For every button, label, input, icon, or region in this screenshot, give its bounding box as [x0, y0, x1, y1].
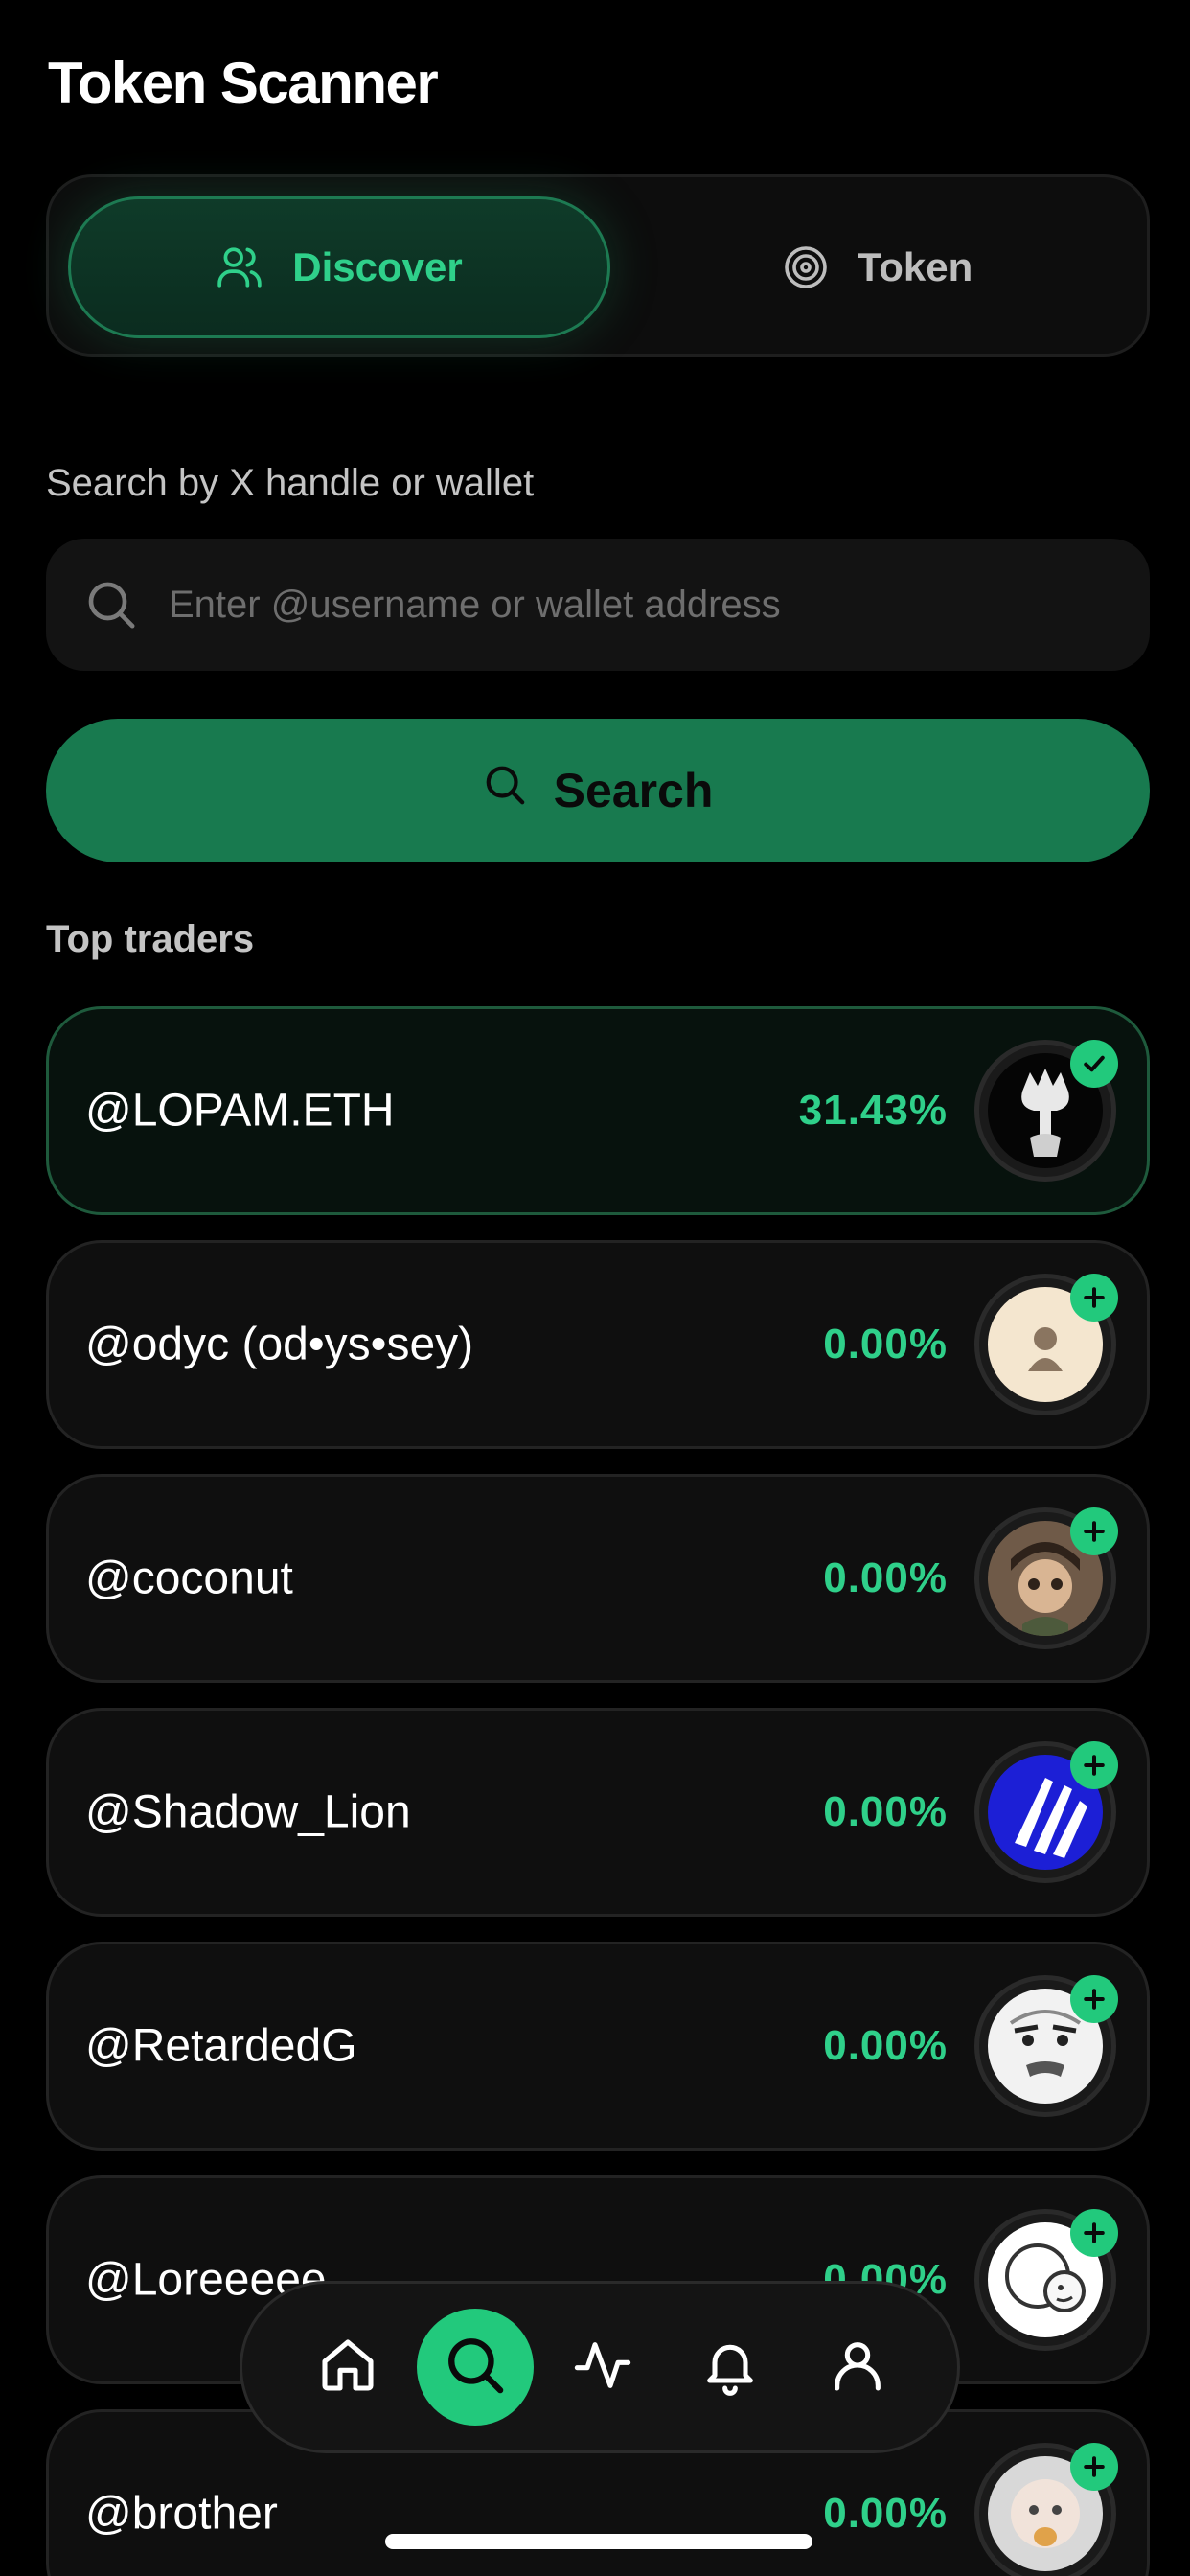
tab-token-label: Token — [857, 244, 973, 289]
home-indicator[interactable] — [385, 2534, 812, 2549]
trader-percentage: 0.00% — [823, 2022, 948, 2069]
plus-icon[interactable] — [1070, 2209, 1118, 2257]
trader-card[interactable]: @coconut 0.00% — [46, 1474, 1150, 1683]
check-icon[interactable] — [1070, 1040, 1118, 1088]
nav-profile[interactable] — [819, 2329, 896, 2405]
plus-icon[interactable] — [1070, 1274, 1118, 1322]
search-icon — [84, 578, 138, 632]
trader-card[interactable]: @Shadow_Lion 0.00% — [46, 1708, 1150, 1917]
nav-home[interactable] — [309, 2329, 386, 2405]
search-label: Search by X handle or wallet — [46, 462, 535, 504]
top-traders-heading: Top traders — [46, 918, 255, 960]
search-input[interactable] — [167, 582, 1129, 628]
home-icon — [317, 2334, 378, 2401]
nav-activity[interactable] — [564, 2329, 641, 2405]
search-icon — [483, 763, 527, 818]
users-icon — [216, 243, 263, 291]
page-title: Token Scanner — [48, 51, 439, 115]
nav-notifications[interactable] — [692, 2329, 768, 2405]
bottom-nav — [240, 2281, 960, 2453]
nav-search[interactable] — [417, 2309, 534, 2426]
trader-percentage: 0.00% — [823, 2490, 948, 2537]
trader-handle: @coconut — [85, 1552, 293, 1604]
trader-percentage: 0.00% — [823, 1321, 948, 1368]
trader-handle: @LOPAM.ETH — [85, 1085, 395, 1137]
token-scanner-screen: Token Scanner Discover Token Search by X… — [0, 0, 1190, 2576]
target-icon — [783, 244, 829, 290]
plus-icon[interactable] — [1070, 1741, 1118, 1789]
trader-handle: @RetardedG — [85, 2020, 357, 2072]
tab-token[interactable]: Token — [624, 196, 1132, 338]
trader-percentage: 0.00% — [823, 1788, 948, 1835]
plus-icon[interactable] — [1070, 1975, 1118, 2023]
tab-switcher: Discover Token — [46, 174, 1150, 356]
trader-card[interactable]: @LOPAM.ETH 31.43% — [46, 1006, 1150, 1215]
trader-handle: @odyc (od•ys•sey) — [85, 1319, 474, 1370]
tab-discover[interactable]: Discover — [68, 196, 610, 338]
trader-percentage: 31.43% — [798, 1087, 948, 1134]
trader-percentage: 0.00% — [823, 1554, 948, 1601]
search-icon — [444, 2334, 507, 2402]
activity-icon — [572, 2334, 633, 2401]
user-icon — [827, 2334, 888, 2401]
trader-card[interactable]: @odyc (od•ys•sey) 0.00% — [46, 1240, 1150, 1449]
plus-icon[interactable] — [1070, 2443, 1118, 2491]
plus-icon[interactable] — [1070, 1507, 1118, 1555]
trader-handle: @Shadow_Lion — [85, 1786, 411, 1838]
tab-discover-label: Discover — [292, 244, 463, 289]
search-field[interactable] — [46, 539, 1150, 671]
trader-handle: @brother — [85, 2488, 278, 2540]
search-button-label: Search — [553, 764, 714, 817]
search-button[interactable]: Search — [46, 719, 1150, 862]
trader-card[interactable]: @RetardedG 0.00% — [46, 1942, 1150, 2150]
bell-icon — [699, 2334, 761, 2401]
